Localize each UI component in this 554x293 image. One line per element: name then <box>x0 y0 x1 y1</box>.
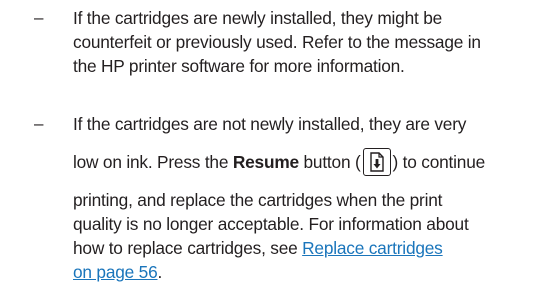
text-line: If the cartridges are not newly installe… <box>73 114 467 134</box>
text-line: printing, and replace the cartridges whe… <box>73 190 443 210</box>
text-line-with-link: how to replace cartridges, see Replace c… <box>73 236 543 260</box>
text-line: If the cartridges are newly installed, t… <box>73 8 443 28</box>
replace-cartridges-link[interactable]: Replace cartridges <box>302 238 443 258</box>
list-item-text: If the cartridges are not newly installe… <box>73 112 543 284</box>
text-line: quality is no longer acceptable. For inf… <box>73 214 469 234</box>
text-segment: ) to continue <box>392 152 486 172</box>
text-line-with-link: on page 56. <box>73 260 543 284</box>
text-segment: low on ink. Press the <box>73 152 233 172</box>
text-segment: button ( <box>298 152 361 172</box>
text-line: the HP printer software for more informa… <box>73 56 405 76</box>
text-line: counterfeit or previously used. Refer to… <box>73 32 481 52</box>
text-segment: how to replace cartridges, see <box>73 238 303 258</box>
page-56-link[interactable]: on page 56 <box>73 262 158 282</box>
list-bullet: – <box>34 114 44 133</box>
list-bullet: – <box>34 8 44 27</box>
resume-document-arrow-icon <box>362 148 391 176</box>
document-page: – If the cartridges are newly installed,… <box>0 0 554 293</box>
resume-glyph <box>369 152 384 172</box>
text-segment: . <box>157 262 163 282</box>
text-line-with-icon: low on ink. Press the Resume button ( ) … <box>73 148 543 176</box>
list-item-text: If the cartridges are newly installed, t… <box>73 6 543 78</box>
resume-keyword: Resume <box>232 152 299 172</box>
